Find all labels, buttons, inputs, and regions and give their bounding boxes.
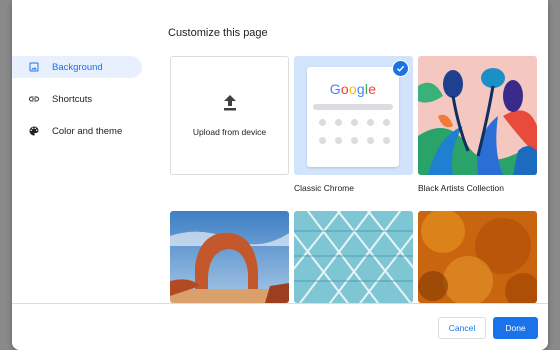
sidebar-item-background[interactable]: Background [12, 56, 142, 78]
google-logo: Google [307, 81, 399, 97]
autumn-leaves-image [418, 211, 537, 303]
arch-landscape-tile[interactable] [170, 211, 289, 303]
black-artists-caption: Black Artists Collection [418, 183, 504, 193]
classic-chrome-tile[interactable]: Google [294, 56, 413, 175]
classic-chrome-caption: Classic Chrome [294, 183, 354, 193]
google-logo-letter: o [340, 81, 349, 97]
floral-art-image [418, 56, 537, 175]
google-logo-letter: o [348, 81, 357, 97]
image-icon [28, 61, 40, 73]
glass-building-image [294, 211, 413, 303]
google-logo-letter: g [356, 81, 365, 97]
sidebar-item-label: Shortcuts [52, 93, 93, 105]
black-artists-collection-tile[interactable] [418, 56, 537, 175]
palette-icon [28, 125, 40, 137]
cancel-button[interactable]: Cancel [438, 317, 486, 339]
sidebar: Background Shortcuts Color and theme [12, 56, 142, 152]
sidebar-item-label: Background [52, 61, 103, 73]
sidebar-item-shortcuts[interactable]: Shortcuts [12, 88, 142, 110]
upload-label: Upload from device [192, 127, 267, 137]
autumn-leaves-tile[interactable] [418, 211, 537, 303]
sidebar-item-label: Color and theme [52, 125, 123, 137]
classic-chrome-preview: Google [307, 67, 399, 167]
google-logo-letter: e [368, 81, 377, 97]
upload-from-device-tile[interactable]: Upload from device [170, 56, 289, 175]
selected-check-icon [392, 60, 409, 77]
dialog-footer: Cancel Done [12, 303, 548, 350]
dialog-title: Customize this page [168, 27, 268, 39]
glass-building-tile[interactable] [294, 211, 413, 303]
arch-landscape-image [170, 211, 289, 303]
customize-dialog: Customize this page Background Shortcuts… [12, 0, 548, 350]
upload-icon [222, 94, 238, 117]
google-logo-letter: G [329, 81, 341, 97]
link-icon [28, 93, 40, 105]
done-button[interactable]: Done [493, 317, 538, 339]
search-bar-preview [313, 104, 393, 110]
sidebar-item-color-and-theme[interactable]: Color and theme [12, 120, 142, 142]
